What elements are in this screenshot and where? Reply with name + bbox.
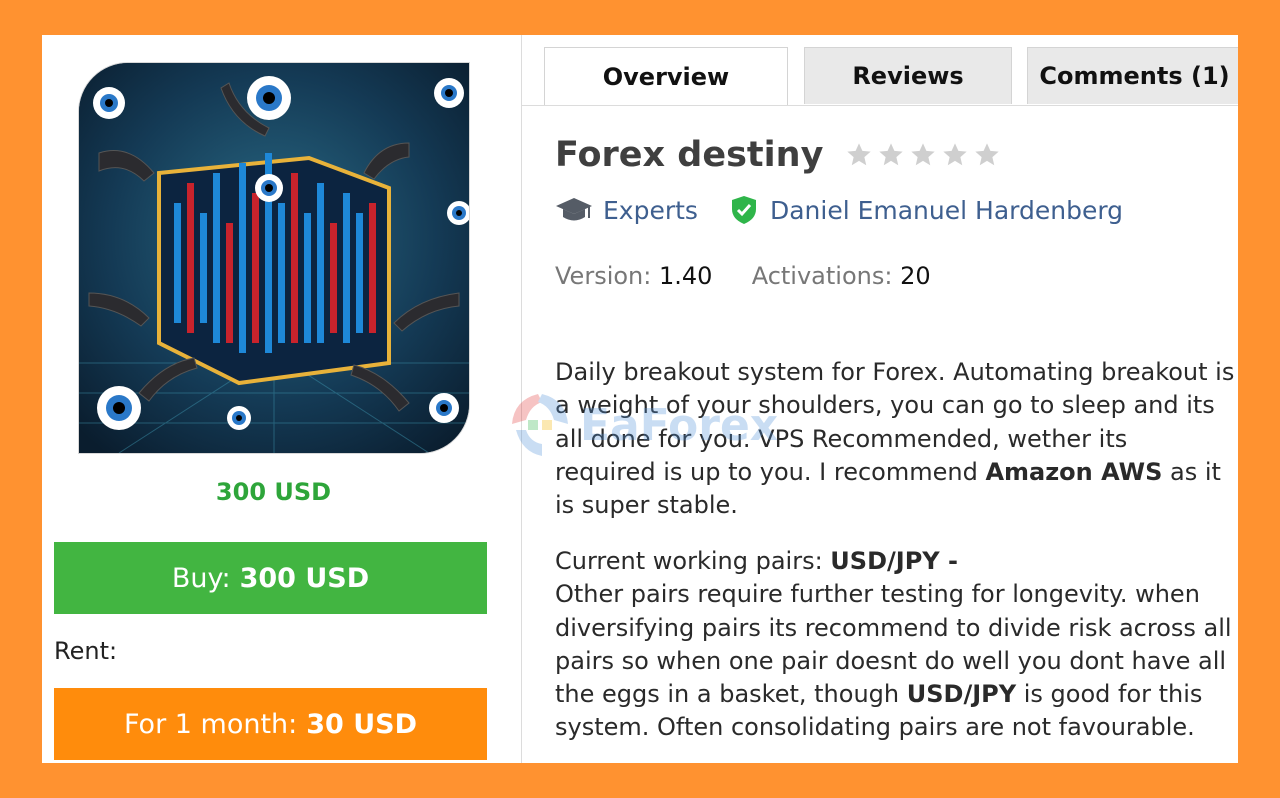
product-sidebar: 300 USD Buy: 300 USD Rent: For 1 month: … xyxy=(42,35,522,763)
title-row: Forex destiny xyxy=(555,135,1001,175)
tab-bar: Overview Reviews Comments (1) xyxy=(522,35,1238,106)
desc-bold-aws: Amazon AWS xyxy=(985,457,1163,486)
product-price: 300 USD xyxy=(215,478,332,506)
rent-price: 30 USD xyxy=(306,708,418,740)
description-paragraph-1: Daily breakout system for Forex. Automat… xyxy=(555,356,1235,522)
verified-shield-icon xyxy=(730,195,758,225)
description-paragraph-2: Current working pairs: USD/JPY - Other p… xyxy=(555,545,1235,745)
desc-bold-pair: USD/JPY xyxy=(906,680,1017,709)
tab-overview[interactable]: Overview xyxy=(544,47,788,105)
rent-label: Rent: xyxy=(54,637,118,665)
version-value: 1.40 xyxy=(658,262,713,290)
pairs-label: Current working pairs: xyxy=(555,547,831,575)
star-icon[interactable] xyxy=(877,141,905,169)
version-label: Version: xyxy=(555,262,652,290)
activations-value: 20 xyxy=(900,262,931,290)
product-image[interactable] xyxy=(78,62,470,454)
version-info: Version: 1.40 Activations: 20 xyxy=(555,262,931,290)
meta-row: Experts Daniel Emanuel Hardenberg xyxy=(555,195,1123,225)
buy-price: 300 USD xyxy=(239,562,370,594)
category-link[interactable]: Experts xyxy=(603,196,698,225)
tab-reviews[interactable]: Reviews xyxy=(804,47,1012,104)
rent-button[interactable]: For 1 month: 30 USD xyxy=(54,688,487,760)
star-icon[interactable] xyxy=(909,141,937,169)
tab-comments[interactable]: Comments (1) xyxy=(1027,47,1238,104)
activations-label: Activations: xyxy=(751,262,893,290)
author-link[interactable]: Daniel Emanuel Hardenberg xyxy=(770,196,1123,225)
product-card: 300 USD Buy: 300 USD Rent: For 1 month: … xyxy=(42,35,1238,763)
buy-button[interactable]: Buy: 300 USD xyxy=(54,542,487,614)
pairs-value: USD/JPY - xyxy=(830,547,958,575)
star-icon[interactable] xyxy=(845,141,873,169)
buy-label: Buy: xyxy=(171,562,231,594)
product-title: Forex destiny xyxy=(555,135,824,175)
star-icon[interactable] xyxy=(973,141,1001,169)
graduation-cap-icon xyxy=(555,195,593,225)
rent-period: For 1 month: xyxy=(123,708,298,740)
star-icon[interactable] xyxy=(941,141,969,169)
rating-stars[interactable] xyxy=(845,141,1001,169)
